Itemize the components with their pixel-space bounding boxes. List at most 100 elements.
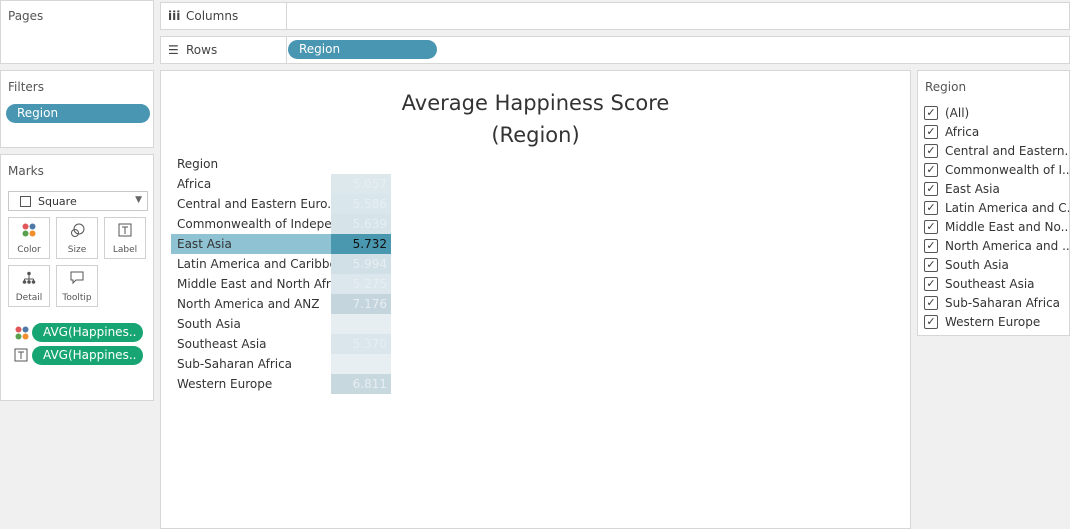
filter-option-label: North America and ...: [945, 239, 1069, 253]
checkbox-checked-icon[interactable]: ✓: [924, 125, 938, 139]
table-row[interactable]: Africa 5.057: [171, 174, 391, 194]
value-cell[interactable]: 5.586: [331, 194, 391, 214]
tooltip-label: Tooltip: [62, 293, 92, 303]
rows-icon: ☰: [168, 43, 179, 57]
pages-title: Pages: [8, 9, 44, 23]
row-label: Central and Eastern Euro..: [177, 197, 331, 211]
checkbox-checked-icon[interactable]: ✓: [924, 201, 938, 215]
filter-option[interactable]: ✓ Southeast Asia: [924, 276, 1069, 294]
filter-pill-region[interactable]: Region: [6, 104, 150, 123]
chevron-down-icon: ▼: [135, 195, 142, 205]
checkbox-checked-icon[interactable]: ✓: [924, 277, 938, 291]
value-cell[interactable]: 7.176: [331, 294, 391, 314]
size-button[interactable]: Size: [56, 217, 98, 259]
region-filter-card: Region ✓ (All) ✓ Africa ✓ Central and Eastern…: [917, 70, 1070, 336]
checkbox-checked-icon[interactable]: ✓: [924, 220, 938, 234]
detail-icon: [9, 271, 49, 293]
row-label: East Asia: [177, 237, 232, 251]
filters-shelf[interactable]: Filters Region: [0, 70, 154, 148]
table-row[interactable]: Central and Eastern Euro.. 5.586: [171, 194, 391, 214]
value-cell[interactable]: 4.289: [331, 354, 391, 374]
checkbox-checked-icon[interactable]: ✓: [924, 296, 938, 310]
color-button[interactable]: Color: [8, 217, 50, 259]
table-row[interactable]: Latin America and Caribbe.. 5.994: [171, 254, 391, 274]
value-cell[interactable]: 4.473: [331, 314, 391, 334]
label-field-pill[interactable]: AVG(Happines..: [32, 346, 143, 365]
value-cell[interactable]: 5.057: [331, 174, 391, 194]
color-field-pill[interactable]: AVG(Happines..: [32, 323, 143, 342]
value-cell[interactable]: 5.994: [331, 254, 391, 274]
value-cell[interactable]: 6.811: [331, 374, 391, 394]
mark-type-label: Square: [38, 195, 77, 208]
checkbox-checked-icon[interactable]: ✓: [924, 144, 938, 158]
filter-option-label: Central and Eastern...: [945, 144, 1069, 158]
row-label: Western Europe: [177, 377, 273, 391]
checkbox-checked-icon[interactable]: ✓: [924, 315, 938, 329]
filter-option-label: South Asia: [945, 258, 1009, 272]
table-row[interactable]: Southeast Asia 5.370: [171, 334, 391, 354]
filter-option[interactable]: ✓ South Asia: [924, 257, 1069, 275]
row-label: Latin America and Caribbe..: [177, 257, 331, 271]
label-label: Label: [112, 245, 138, 255]
filter-option[interactable]: ✓ Africa: [924, 124, 1069, 142]
filter-option[interactable]: ✓ Western Europe: [924, 314, 1069, 332]
row-label: Middle East and North Afr..: [177, 277, 331, 291]
tooltip-button[interactable]: Tooltip: [56, 265, 98, 307]
viz-canvas: Average Happiness Score (Region) Region …: [160, 70, 911, 529]
text-encoding-icon: [14, 348, 28, 365]
filter-option[interactable]: ✓ East Asia: [924, 181, 1069, 199]
label-button[interactable]: Label: [104, 217, 146, 259]
filter-option-label: Africa: [945, 125, 980, 139]
filter-option[interactable]: ✓ Middle East and No...: [924, 219, 1069, 237]
filter-option-label: Sub-Saharan Africa: [945, 296, 1061, 310]
value-cell[interactable]: 5.275: [331, 274, 391, 294]
checkbox-checked-icon[interactable]: ✓: [924, 163, 938, 177]
filter-option-label: Western Europe: [945, 315, 1041, 329]
table-row[interactable]: Middle East and North Afr.. 5.275: [171, 274, 391, 294]
value-cell[interactable]: 5.732: [331, 234, 391, 254]
columns-shelf[interactable]: iii Columns: [160, 2, 1070, 30]
rows-pill-region[interactable]: Region: [288, 40, 437, 59]
detail-label: Detail: [15, 293, 43, 303]
row-label: Commonwealth of Indepe..: [177, 217, 331, 231]
filter-option[interactable]: ✓ Sub-Saharan Africa: [924, 295, 1069, 313]
chart-title-line1: Average Happiness Score: [401, 91, 670, 115]
filter-option-label: Middle East and No...: [945, 220, 1069, 234]
columns-label: Columns: [186, 9, 239, 23]
table-row[interactable]: Western Europe 6.811: [171, 374, 391, 394]
table-row[interactable]: Sub-Saharan Africa 4.289: [171, 354, 391, 374]
rows-label: Rows: [186, 43, 218, 57]
value-cell[interactable]: 5.370: [331, 334, 391, 354]
filter-option[interactable]: ✓ (All): [924, 105, 1069, 123]
pages-shelf[interactable]: Pages: [0, 0, 154, 64]
marks-title: Marks: [8, 164, 44, 178]
mark-type-dropdown[interactable]: Square ▼: [8, 191, 148, 211]
filter-option-label: (All): [945, 106, 970, 120]
row-label: Africa: [177, 177, 212, 191]
text-icon: [105, 223, 145, 245]
size-label: Size: [67, 245, 87, 255]
filter-option[interactable]: ✓ Latin America and C...: [924, 200, 1069, 218]
filter-option[interactable]: ✓ North America and ...: [924, 238, 1069, 256]
value-cell[interactable]: 5.639: [331, 214, 391, 234]
row-label: South Asia: [177, 317, 241, 331]
square-mark-icon: [20, 196, 31, 207]
table-row[interactable]: South Asia 4.473: [171, 314, 391, 334]
filter-option[interactable]: ✓ Central and Eastern...: [924, 143, 1069, 161]
table-row[interactable]: East Asia 5.732: [171, 234, 391, 254]
checkbox-checked-icon[interactable]: ✓: [924, 258, 938, 272]
checkbox-checked-icon[interactable]: ✓: [924, 182, 938, 196]
rows-shelf[interactable]: ☰ Rows Region: [160, 36, 1070, 64]
checkbox-checked-icon[interactable]: ✓: [924, 106, 938, 120]
table-row[interactable]: North America and ANZ 7.176: [171, 294, 391, 314]
table-row[interactable]: Commonwealth of Indepe.. 5.639: [171, 214, 391, 234]
filter-card-title: Region: [925, 80, 967, 94]
row-label: Southeast Asia: [177, 337, 267, 351]
checkbox-checked-icon[interactable]: ✓: [924, 239, 938, 253]
filter-option[interactable]: ✓ Commonwealth of I...: [924, 162, 1069, 180]
detail-button[interactable]: Detail: [8, 265, 50, 307]
color-label: Color: [17, 245, 41, 255]
chart-title: Average Happiness Score (Region): [161, 87, 910, 151]
filter-option-label: Commonwealth of I...: [945, 163, 1069, 177]
filter-option-label: Southeast Asia: [945, 277, 1035, 291]
